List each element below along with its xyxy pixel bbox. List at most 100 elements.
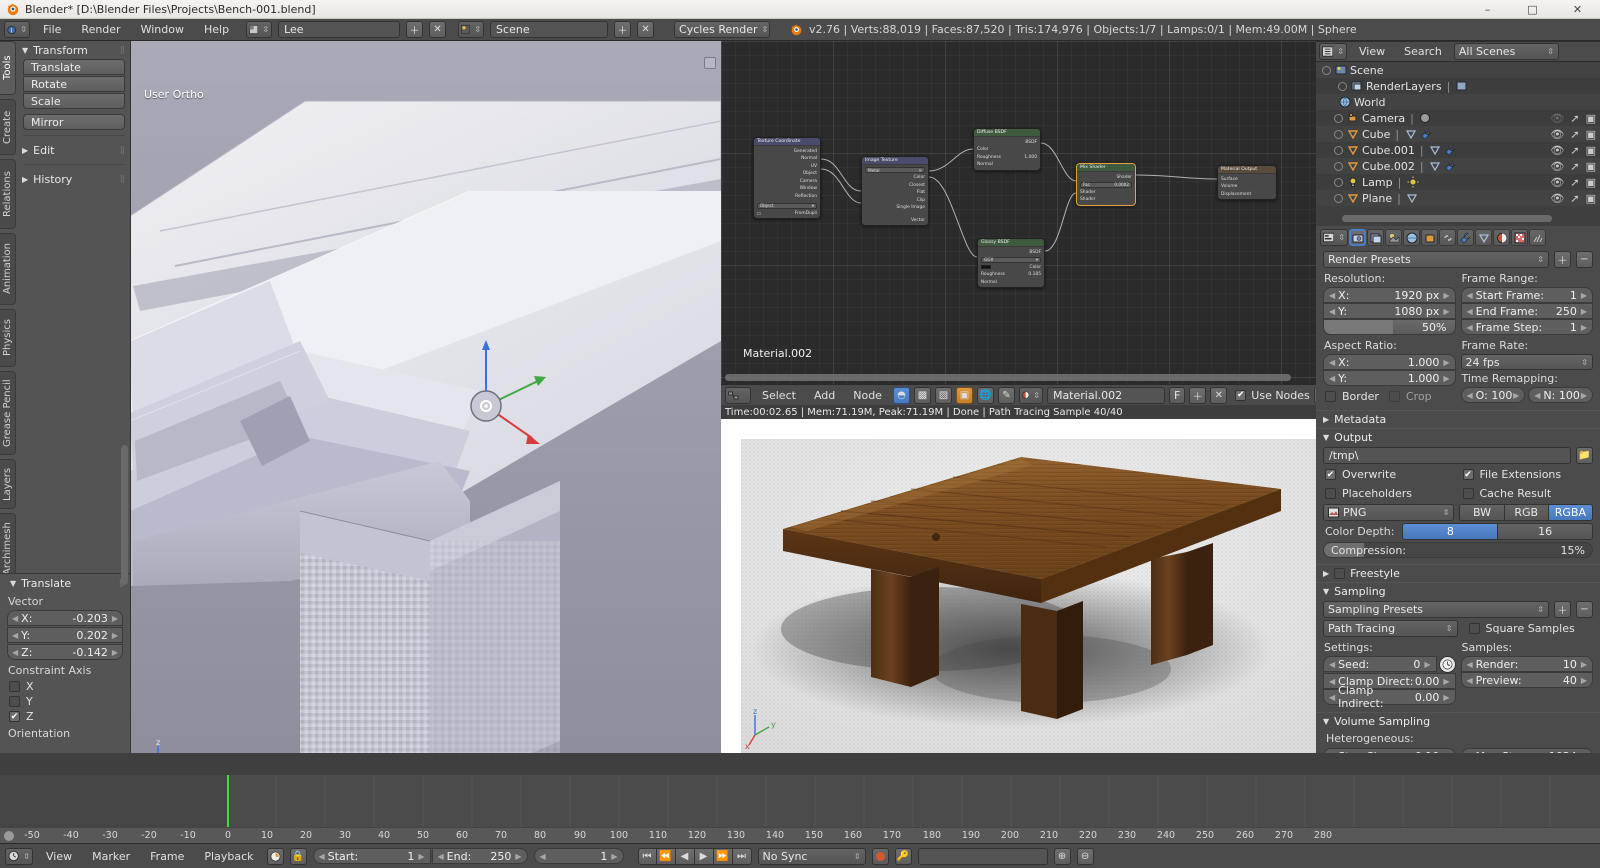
timeline-menu-frame[interactable]: Frame — [143, 848, 191, 865]
constraint-axis-x-row[interactable]: X — [0, 679, 130, 694]
auto-keyframe-button[interactable] — [266, 847, 284, 865]
resolution-percentage-slider[interactable]: 50% — [1323, 319, 1456, 335]
restrict-view-icon[interactable]: 👁 — [1550, 144, 1564, 157]
outliner-hscrollbar[interactable] — [1342, 215, 1552, 222]
translate-x-field[interactable]: ◀ X: -0.203 ▶ — [7, 610, 123, 626]
scene-icon-button[interactable]: ⇳ — [458, 21, 485, 38]
node-menu-add[interactable]: Add — [807, 387, 842, 404]
mirror-tool-button[interactable]: Mirror — [23, 114, 125, 130]
outliner-restrict-columns[interactable]: 👁 ➚ ▣ — [1550, 128, 1596, 141]
expand-toggle-icon[interactable] — [1334, 113, 1343, 123]
translate-y-field[interactable]: ◀ Y: 0.202 ▶ — [7, 627, 123, 643]
output-path-field[interactable]: /tmp\ — [1323, 447, 1571, 464]
editor-type-selector-outliner[interactable]: ⇳ — [1319, 43, 1347, 60]
keying-set-field[interactable] — [917, 847, 1048, 865]
fake-user-button[interactable]: F — [1168, 386, 1186, 404]
tool-tab-relations[interactable]: Relations — [0, 159, 16, 229]
sync-mode-selector[interactable]: No Sync ⇳ — [757, 847, 866, 865]
timeline-canvas[interactable] — [0, 775, 1600, 827]
screen-layout-name[interactable]: Lee — [278, 21, 401, 38]
render-engine-selector[interactable]: Cycles Render ⇳ — [674, 21, 771, 38]
tool-tab-animation[interactable]: Animation — [0, 233, 16, 305]
node-input-color[interactable]: Color — [981, 264, 1041, 270]
new-material-button[interactable]: ＋ — [1189, 386, 1207, 404]
outliner-menu-search[interactable]: Search — [1397, 43, 1449, 60]
properties-tab-scene[interactable] — [1385, 229, 1402, 246]
delete-keyframe-button[interactable]: ⊖ — [1076, 847, 1094, 865]
delete-scene-button[interactable]: ✕ — [637, 21, 655, 38]
outliner-row-cube-002[interactable]: Cube.002 | 👁 ➚ ▣ — [1316, 158, 1600, 174]
node-input-surface[interactable]: Surface — [1221, 176, 1273, 182]
insert-keyframe-button[interactable]: ⊕ — [1053, 847, 1071, 865]
mesh-data-icon[interactable] — [1429, 144, 1442, 157]
node-fac-slider[interactable]: Fac 0.0002 — [1080, 181, 1132, 188]
properties-tab-texture[interactable] — [1511, 229, 1528, 246]
node-input-shader-2[interactable]: Shader — [1080, 197, 1132, 203]
restrict-select-icon[interactable]: ➚ — [1570, 112, 1579, 125]
play-reverse-button[interactable]: ◀ — [675, 847, 695, 865]
viewport-n-panel-toggle[interactable] — [704, 57, 716, 69]
frame-step-field[interactable]: ◀ Frame Step: 1 ▶ — [1460, 319, 1593, 335]
history-panel-header[interactable]: ▶ History ⣿ — [17, 170, 131, 188]
checkbox-y[interactable] — [9, 696, 20, 707]
file-format-selector[interactable]: PNG ⇳ — [1323, 504, 1455, 521]
timeline-menu-marker[interactable]: Marker — [85, 848, 137, 865]
restrict-select-icon[interactable]: ➚ — [1570, 176, 1579, 189]
node-menu-select[interactable]: Select — [755, 387, 803, 404]
object-shader-button[interactable]: ▣ — [955, 386, 973, 404]
metadata-section-header[interactable]: ▶ Metadata — [1316, 410, 1600, 428]
node-extension-clip[interactable]: Clip — [865, 197, 925, 203]
tool-tab-create[interactable]: Create — [0, 99, 16, 155]
material-name-field[interactable]: Material.002 — [1046, 386, 1165, 404]
node-output-shader[interactable]: Shader — [1080, 174, 1132, 180]
node-input-displacement[interactable]: Displacement — [1221, 191, 1273, 197]
checkbox-file-extensions[interactable]: ✔ — [1462, 469, 1474, 480]
expand-toggle-icon[interactable] — [1334, 193, 1343, 203]
node-input-roughness[interactable]: Roughness 1.000 — [977, 154, 1037, 160]
node-output-camera[interactable]: Camera — [757, 178, 817, 184]
restrict-render-icon[interactable]: ▣ — [1586, 128, 1596, 141]
outliner-row-plane[interactable]: Plane | 👁 ➚ ▣ — [1316, 190, 1600, 206]
square-samples-toggle[interactable]: Square Samples — [1463, 622, 1594, 635]
record-button[interactable] — [871, 847, 889, 865]
mesh-data-icon[interactable] — [1404, 128, 1417, 141]
expand-toggle-icon[interactable] — [1334, 145, 1343, 155]
end-frame-field[interactable]: ◀ End Frame: 250 ▶ — [1460, 303, 1593, 319]
timeline-editor[interactable]: -50 -40 -30 -20 -10 0 10 20 30 40 50 60 … — [0, 753, 1600, 868]
checkbox-square-samples[interactable] — [1468, 623, 1480, 634]
mesh-data-icon[interactable] — [1406, 192, 1419, 205]
properties-tab-constraints[interactable] — [1439, 229, 1456, 246]
next-keyframe-button[interactable]: ⏩ — [713, 847, 733, 865]
transform-panel-header[interactable]: ▼ Transform ⣿ — [17, 41, 131, 59]
time-remap-new-field[interactable]: ◀ N: 100 ▶ — [1528, 387, 1593, 403]
restrict-render-icon[interactable]: ▣ — [1586, 112, 1596, 125]
properties-tab-material[interactable] — [1493, 229, 1510, 246]
output-section-header[interactable]: ▼ Output — [1316, 428, 1600, 446]
restrict-select-icon[interactable]: ➚ — [1570, 128, 1579, 141]
add-render-preset-button[interactable]: ＋ — [1554, 251, 1571, 268]
node-output-object[interactable]: Object — [757, 171, 817, 177]
edit-panel-header[interactable]: ▶ Edit ⣿ — [17, 141, 131, 159]
node-texture-coordinate[interactable]: Texture Coordinate Generated Normal UV O… — [753, 137, 821, 219]
editor-type-selector-timeline[interactable]: ⇳ — [5, 847, 33, 865]
overwrite-toggle[interactable]: ✔ Overwrite — [1323, 466, 1456, 483]
node-input-vector[interactable]: Vector — [865, 217, 925, 223]
file-browser-button[interactable]: 📁 — [1576, 447, 1593, 464]
outliner-row-lamp[interactable]: Lamp | 👁 ➚ ▣ — [1316, 174, 1600, 190]
checkbox-placeholders[interactable] — [1325, 488, 1336, 499]
outliner-restrict-columns[interactable]: 👁 ➚ ▣ — [1550, 160, 1596, 173]
use-nodes-toggle[interactable]: ✔ Use Nodes — [1235, 389, 1310, 402]
menu-window[interactable]: Window — [134, 21, 191, 38]
animate-seed-button[interactable] — [1438, 656, 1456, 673]
node-glossy-bsdf[interactable]: Glossy BSDF BSDF GGX ▾ Color Roughness 0.… — [977, 238, 1045, 288]
add-screen-layout-button[interactable]: ＋ — [406, 21, 424, 38]
restrict-view-icon[interactable]: 👁 — [1550, 176, 1564, 189]
checkbox-border[interactable] — [1325, 391, 1336, 402]
end-frame-timeline-field[interactable]: ◀ End: 250 ▶ — [431, 848, 528, 864]
restrict-view-icon[interactable]: 👁 — [1550, 112, 1564, 125]
outliner-menu-view[interactable]: View — [1352, 43, 1392, 60]
seed-field[interactable]: ◀ Seed: 0 ▶ — [1323, 656, 1437, 672]
renderlayer-data-icon[interactable] — [1455, 80, 1468, 93]
properties-tab-render[interactable] — [1349, 229, 1366, 246]
menu-file[interactable]: File — [36, 21, 68, 38]
